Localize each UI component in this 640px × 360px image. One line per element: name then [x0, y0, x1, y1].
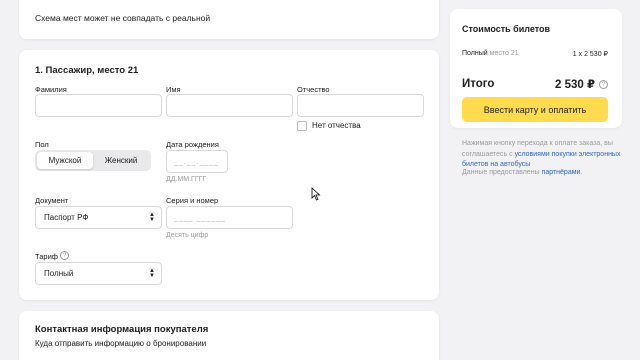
summary-row-seat: место 21 — [489, 50, 519, 57]
series-label: Серия и номер — [166, 196, 219, 205]
summary-row-label: Полный место 21 — [462, 50, 519, 57]
gender-male-option[interactable]: Мужской — [37, 152, 93, 169]
contact-subtitle: Куда отправить информацию о бронировании — [35, 339, 207, 348]
seat-map-card: Схема мест может не совпадать с реальной — [19, 0, 439, 39]
mouse-cursor-icon — [311, 187, 321, 201]
contact-title: Контактная информация покупателя — [35, 324, 209, 335]
series-number-input[interactable]: ____ ______ — [166, 206, 293, 229]
seat-map-note: Схема мест может не совпадать с реальной — [35, 13, 211, 23]
legal-text: Нажимая кнопку перехода к оплате заказа,… — [462, 139, 622, 171]
birth-date-label: Дата рождения — [166, 140, 219, 149]
gender-label: Пол — [35, 140, 49, 149]
document-value: Паспорт РФ — [44, 213, 89, 222]
series-hint: Десять цифр — [166, 232, 209, 239]
middle-name-input[interactable] — [297, 94, 424, 117]
birth-date-input[interactable]: __.__.____ — [166, 150, 228, 173]
gender-female-option[interactable]: Женский — [93, 152, 149, 169]
first-name-label: Имя — [166, 85, 181, 94]
passenger-title: 1. Пассажир, место 21 — [35, 65, 139, 76]
birth-date-mask: __.__.____ — [174, 159, 220, 166]
tariff-label: Тариф — [35, 252, 58, 261]
tariff-value: Полный — [44, 269, 74, 278]
document-select[interactable]: Паспорт РФ ▲ ▼ — [35, 206, 162, 229]
price-summary-card: Стоимость билетов Полный место 21 1 x 2 … — [450, 9, 622, 128]
total-help-icon[interactable]: ? — [599, 80, 608, 89]
no-middle-name-checkbox[interactable] — [297, 121, 307, 131]
summary-title: Стоимость билетов — [462, 24, 551, 34]
series-mask: ____ ______ — [174, 215, 226, 222]
total-value: 2 530 ₽ — [555, 79, 595, 91]
first-name-input[interactable] — [166, 94, 293, 117]
data-provider-text: Данные предоставлены партнёрами. — [462, 169, 582, 176]
summary-row-price: 1 x 2 530 ₽ — [572, 51, 608, 58]
contact-card: Контактная информация покупателя Куда от… — [19, 311, 439, 360]
total-label: Итого — [462, 78, 495, 90]
middle-name-label: Отчество — [297, 85, 330, 94]
last-name-label: Фамилия — [35, 85, 67, 94]
tariff-help-icon[interactable]: ? — [60, 251, 69, 260]
partners-link[interactable]: партнёрами — [542, 169, 581, 176]
last-name-input[interactable] — [35, 94, 162, 117]
document-label: Документ — [35, 196, 69, 205]
no-middle-name-label: Нет отчества — [312, 121, 361, 130]
pay-button[interactable]: Ввести карту и оплатить — [462, 97, 608, 122]
gender-switch: Мужской Женский — [35, 150, 151, 171]
summary-row-type: Полный — [462, 50, 488, 57]
tariff-select[interactable]: Полный ▲ ▼ — [35, 262, 162, 285]
select-arrows-icon: ▲ ▼ — [149, 268, 155, 279]
passenger-card: 1. Пассажир, место 21 Фамилия Имя Отчест… — [19, 50, 439, 300]
provided-suffix: . — [580, 169, 583, 176]
select-arrows-icon: ▲ ▼ — [149, 212, 155, 223]
birth-date-hint: ДД.ММ.ГГГГ — [166, 176, 207, 183]
provided-prefix: Данные предоставлены — [462, 169, 542, 176]
